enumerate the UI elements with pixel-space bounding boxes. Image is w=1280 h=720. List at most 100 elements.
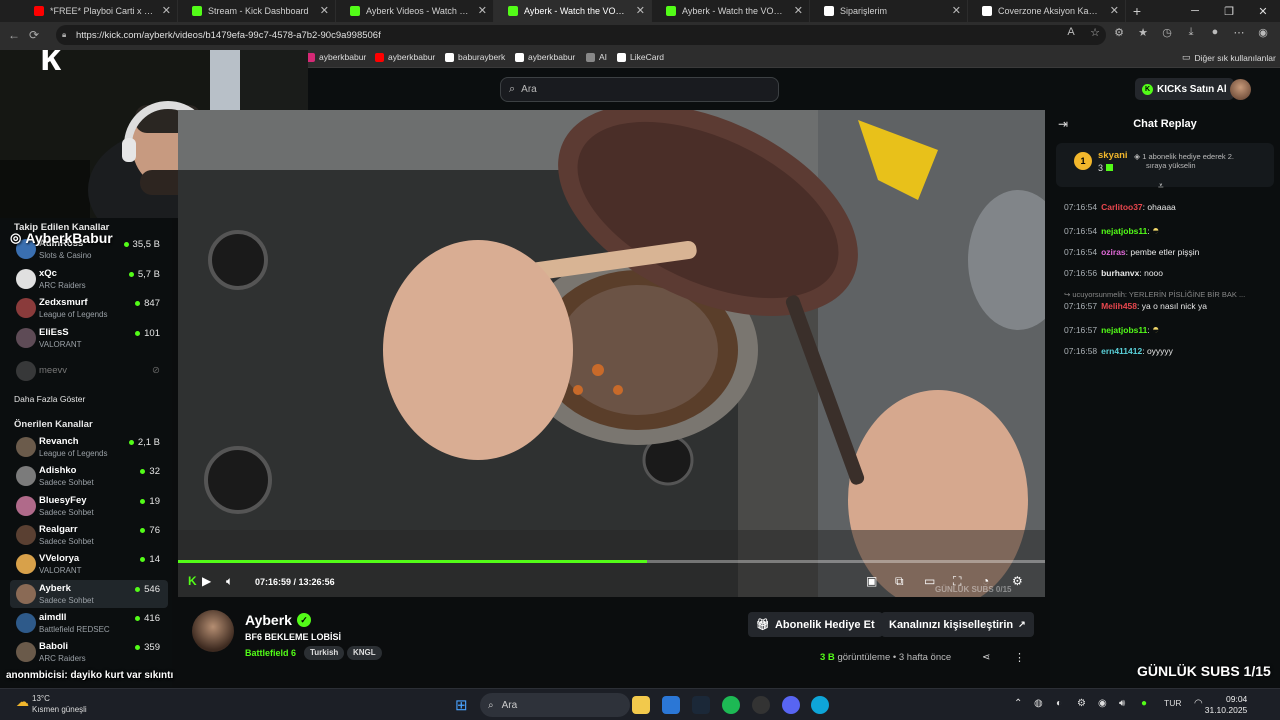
discord-icon[interactable] (782, 696, 800, 714)
show-more-link[interactable]: Daha Fazla Göster (14, 394, 85, 404)
video-player[interactable] (178, 110, 1045, 597)
tray-app-icon[interactable]: ◍ (1034, 698, 1043, 709)
volume-icon[interactable]: 🔈︎ (226, 574, 233, 589)
microphone-icon[interactable]: ● (1141, 698, 1147, 709)
stream-category[interactable]: Battlefield 6 (245, 648, 296, 658)
edge-icon[interactable] (811, 696, 829, 714)
close-window-icon[interactable]: ✕ (1246, 0, 1280, 22)
favorite-star-icon[interactable]: ☆ (1088, 26, 1102, 42)
play-icon[interactable]: ▶ (202, 574, 211, 588)
minimize-icon[interactable]: ─ (1178, 0, 1212, 22)
bookmark-item[interactable]: ayberkbabur (306, 52, 366, 62)
sidebar-item-realgarr[interactable]: Realgarr Sadece Sohbet 76 (10, 521, 168, 549)
copilot-icon[interactable]: ◉ (1256, 26, 1270, 42)
tab-close-icon[interactable]: ✕ (162, 4, 171, 17)
obs-icon[interactable] (752, 696, 770, 714)
clock[interactable]: 09:04 31.10.2025 (1205, 694, 1248, 716)
tab-close-icon[interactable]: ✕ (794, 4, 803, 17)
browser-tab[interactable]: Siparişlerim ✕ (810, 0, 968, 22)
volume-tray-icon[interactable]: 🔊︎ (1119, 698, 1125, 709)
file-explorer-icon[interactable] (632, 696, 650, 714)
browser-tab[interactable]: *FREE* Playboi Carti x F1lthy Typ ✕ (20, 0, 178, 22)
extensions-icon[interactable]: ⚙ (1112, 26, 1126, 42)
buy-kicks-button[interactable]: K KICKs Satın Al (1135, 78, 1234, 100)
downloads-icon[interactable]: ⤓ (1184, 26, 1198, 42)
share-icon[interactable]: ⋖ (982, 652, 990, 663)
taskbar-search[interactable]: ⌕ Ara (480, 693, 630, 717)
spotify-icon[interactable] (722, 696, 740, 714)
message-user[interactable]: Melih458 (1101, 301, 1137, 311)
sidebar-item-eliess[interactable]: EliEsS VALORANT 101 (10, 324, 168, 352)
steam-icon[interactable] (692, 696, 710, 714)
tab-close-icon[interactable]: ✕ (636, 4, 645, 17)
other-bookmarks[interactable]: ▭ Diğer sık kullanılanlar (1182, 52, 1276, 63)
browser-tab[interactable]: Ayberk Videos - Watch On-Demand ✕ (336, 0, 494, 22)
message-user[interactable]: Carlitoo37 (1101, 202, 1143, 212)
language-indicator[interactable]: TUR (1164, 698, 1181, 708)
more-options-icon[interactable]: ⋮ (1014, 651, 1025, 664)
sidebar-item-aimdll[interactable]: aimdll Battlefield REDSEC 416 (10, 609, 168, 637)
maximize-icon[interactable]: ❐ (1212, 0, 1246, 22)
theater-mode-icon[interactable]: ▭ (924, 574, 935, 588)
wifi-icon[interactable]: ◠ (1194, 698, 1203, 709)
message-user[interactable]: burhanvx (1101, 268, 1139, 278)
customize-channel-button[interactable]: Kanalınızı kişiselleştirin ↗ (881, 612, 1034, 637)
message-user[interactable]: oziras (1101, 247, 1126, 257)
settings-gear-icon[interactable]: ⚙ (1012, 574, 1023, 588)
streamer-avatar[interactable] (192, 610, 234, 652)
bookmark-item[interactable]: ayberkbabur (515, 52, 575, 62)
weather-widget[interactable]: ☁ 13°C Kısmen güneşli (10, 693, 87, 715)
sidebar-item-revanch[interactable]: Revanch League of Legends 2,1 B (10, 433, 168, 461)
sidebar-item-zedxsmurf[interactable]: Zedxsmurf League of Legends 847 (10, 294, 168, 322)
bookmark-item[interactable]: baburayberk (445, 52, 505, 62)
photos-icon[interactable] (662, 696, 680, 714)
more-icon[interactable]: ⋯ (1232, 26, 1246, 42)
chat-title: Chat Replay (1133, 118, 1197, 130)
sidebar-item-vvelorya[interactable]: VVelorya VALORANT 14 (10, 550, 168, 578)
bookmark-item[interactable]: LikeCard (617, 52, 664, 62)
tab-close-icon[interactable]: ✕ (320, 4, 329, 17)
streamer-name[interactable]: Ayberk (245, 612, 292, 628)
tag-kngl[interactable]: KNGL (347, 646, 382, 660)
sidebar-item-offline[interactable]: meevv ⊘ (10, 357, 168, 385)
browser-tab[interactable]: Stream - Kick Dashboard ✕ (178, 0, 336, 22)
refresh-icon[interactable]: ⟳ (24, 28, 44, 42)
bookmark-item[interactable]: AI (586, 52, 607, 62)
read-aloud-icon[interactable]: A (1064, 26, 1078, 42)
tab-close-icon[interactable]: ✕ (478, 4, 487, 17)
message-user[interactable]: nejatjobs11 (1101, 226, 1147, 236)
tray-chevron-icon[interactable]: ⌃ (1014, 698, 1022, 709)
miniplayer-icon[interactable]: ▣ (866, 574, 877, 588)
tray-steam-icon[interactable]: ◉ (1098, 698, 1107, 709)
bookmark-label: ayberkbabur (528, 52, 576, 62)
sidebar-item-bluesyfey[interactable]: BluesyFey Sadece Sohbet 19 (10, 492, 168, 520)
pinned-user[interactable]: skyani (1098, 150, 1128, 161)
tray-network-icon[interactable]: ⚙ (1077, 698, 1086, 709)
browser-tab[interactable]: Coverzone Aksiyon Kamera ve Te ✕ (968, 0, 1126, 22)
tab-close-icon[interactable]: ✕ (1110, 4, 1119, 17)
back-icon[interactable]: ← (4, 28, 24, 42)
sidebar-item-xqc[interactable]: xQc ARC Raiders 5,7 B (10, 265, 168, 293)
browser-tab[interactable]: Ayberk - Watch the VOD on Kick ✕ (494, 0, 652, 22)
tab-close-icon[interactable]: ✕ (952, 4, 961, 17)
search-input[interactable]: ⌕ Ara (500, 77, 779, 102)
message-user[interactable]: ern411412 (1101, 346, 1142, 356)
clip-icon[interactable]: ⧉ (895, 574, 904, 589)
sidebar-item-ayberk[interactable]: Ayberk Sadece Sohbet 546 (10, 579, 168, 608)
url-field[interactable]: 🔒︎ https://kick.com/ayberk/videos/b1479e… (56, 25, 1106, 45)
message-user[interactable]: nejatjobs11 (1101, 325, 1147, 335)
bookmark-item[interactable]: ayberkbabur (375, 52, 435, 62)
profile-icon[interactable]: ● (1208, 26, 1222, 42)
favorites-icon[interactable]: ★ (1136, 26, 1150, 42)
windows-start-icon[interactable]: ⊞ (455, 696, 468, 714)
user-avatar[interactable] (1230, 79, 1251, 100)
tray-audio-icon[interactable]: ◐ (1056, 698, 1062, 709)
gift-subscription-button[interactable]: 🎁︎ Abonelik Hediye Et (748, 612, 883, 637)
tag-language[interactable]: Turkish (304, 646, 345, 660)
new-tab-button[interactable]: + (1126, 3, 1148, 19)
history-icon[interactable]: ◷ (1160, 26, 1174, 42)
sidebar-item-baboli[interactable]: Baboli ARC Raiders 359 (10, 638, 168, 666)
expand-pinned-icon[interactable]: ⩡ (1158, 181, 1164, 192)
browser-tab[interactable]: Ayberk - Watch the VOD on Kick ✕ (652, 0, 810, 22)
sidebar-item-adishko[interactable]: Adishko Sadece Sohbet 32 (10, 462, 168, 490)
